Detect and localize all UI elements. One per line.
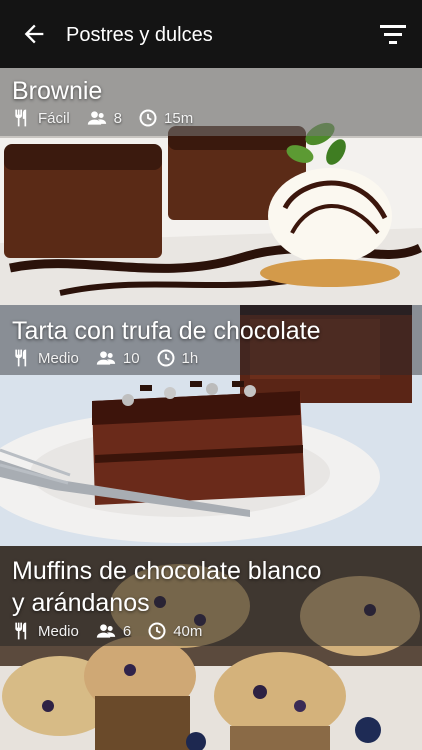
recipe-title: Tarta con trufa de chocolate xyxy=(12,317,321,345)
difficulty-label: Fácil xyxy=(38,109,70,127)
time-label: 15m xyxy=(164,109,194,127)
clock-icon xyxy=(139,109,157,127)
clock-icon xyxy=(157,349,175,367)
people-icon xyxy=(96,351,116,365)
servings-label: 10 xyxy=(122,349,140,367)
recipe-meta: Fácil 8 15m xyxy=(12,108,209,128)
app-toolbar: Postres y dulces xyxy=(0,0,422,68)
servings-label: 8 xyxy=(113,109,123,127)
cutlery-icon xyxy=(15,109,27,127)
recipe-meta: Medio 6 40m xyxy=(12,621,218,641)
arrow-left-icon[interactable] xyxy=(20,20,48,48)
people-icon xyxy=(96,624,116,638)
recipe-card[interactable]: Tarta con trufa de chocolate Medio 10 1h xyxy=(0,305,422,546)
people-icon xyxy=(87,111,106,125)
difficulty-label: Medio xyxy=(38,349,79,367)
difficulty-label: Medio xyxy=(38,622,79,640)
filter-icon[interactable] xyxy=(378,22,408,46)
cutlery-icon xyxy=(15,349,27,367)
recipe-card[interactable]: Muffins de chocolate blanco y arándanos … xyxy=(0,546,422,750)
time-label: 40m xyxy=(173,622,203,640)
clock-icon xyxy=(148,622,166,640)
recipe-title-line2: y arándanos xyxy=(12,589,150,617)
recipe-card[interactable]: Brownie Fácil 8 15m xyxy=(0,68,422,305)
page-title: Postres y dulces xyxy=(66,24,213,46)
recipe-title: Muffins de chocolate blanco xyxy=(12,557,322,585)
servings-label: 6 xyxy=(122,622,132,640)
cutlery-icon xyxy=(15,622,27,640)
recipe-title: Brownie xyxy=(12,77,103,105)
time-label: 1h xyxy=(181,349,199,367)
recipe-meta: Medio 10 1h xyxy=(12,348,214,368)
